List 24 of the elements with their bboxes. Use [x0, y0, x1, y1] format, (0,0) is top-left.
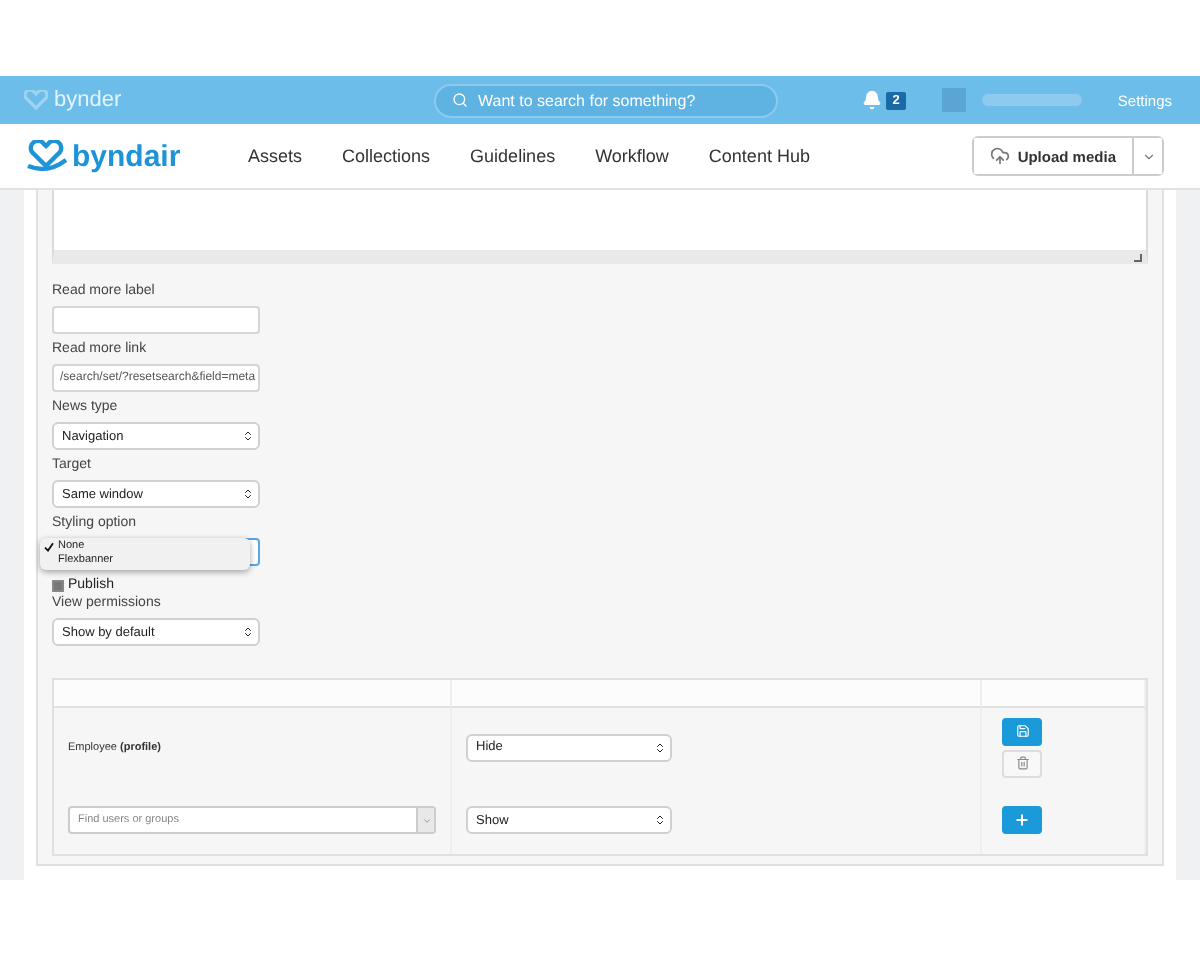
resize-grip-icon — [1134, 254, 1142, 262]
nav-link[interactable]: Assets — [248, 146, 303, 166]
trash-icon — [1015, 756, 1029, 770]
caret-icon — [421, 815, 431, 825]
save-button[interactable] — [1002, 717, 1042, 745]
caret-icon — [1141, 149, 1155, 163]
dropdown-button[interactable] — [1132, 138, 1162, 174]
bynder-logo: bynder — [24, 88, 434, 112]
nav-link[interactable]: Workflow — [595, 146, 669, 166]
save-icon — [1015, 724, 1029, 738]
cloud-upload-icon — [989, 146, 1010, 166]
nav-link[interactable]: Guidelines — [470, 146, 556, 166]
avatar[interactable] — [941, 88, 966, 112]
search-icon — [452, 92, 468, 108]
blurred-username — [981, 94, 1082, 106]
delete-button[interactable] — [1002, 749, 1042, 777]
text-area[interactable] — [52, 190, 1148, 264]
nav-link[interactable]: Collections — [342, 146, 431, 166]
nav-link[interactable]: Content Hub — [708, 146, 810, 166]
bell-icon[interactable] — [862, 90, 883, 110]
add-button[interactable] — [1002, 806, 1042, 834]
text-field[interactable] — [52, 306, 260, 334]
byndair-logo: byndair — [24, 139, 224, 173]
plus-icon — [1014, 812, 1030, 828]
